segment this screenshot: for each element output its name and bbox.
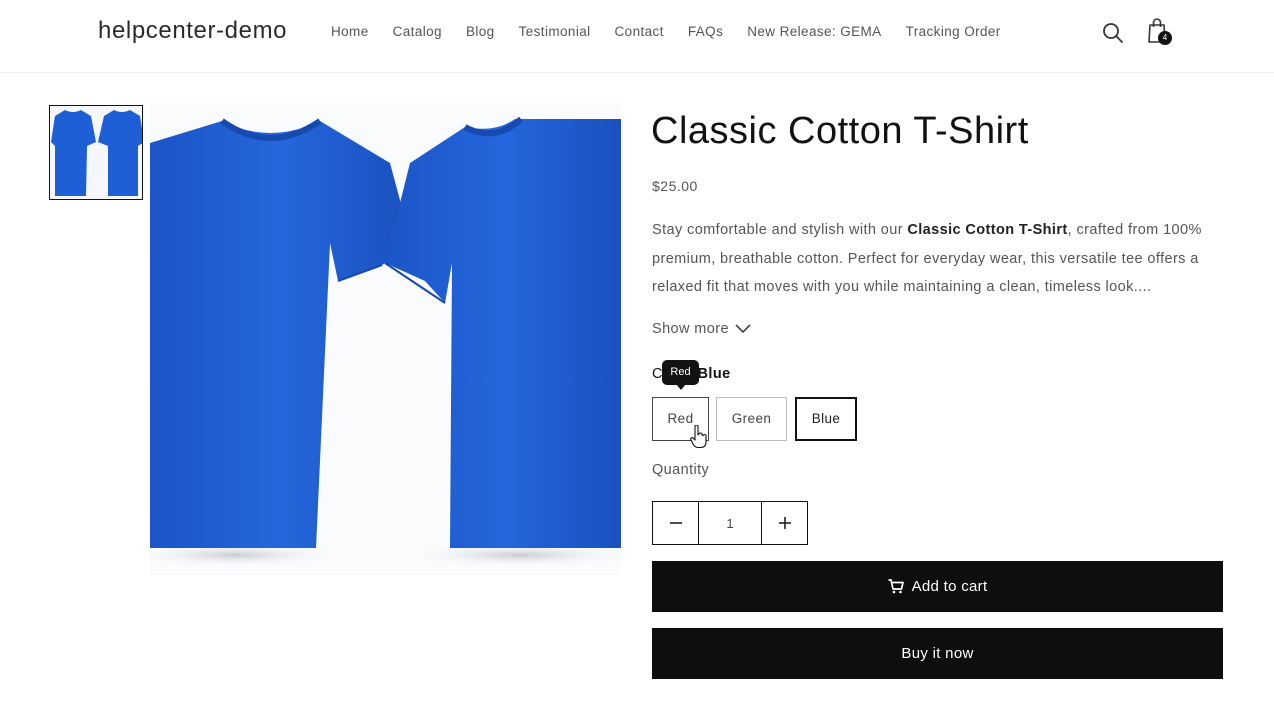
color-tooltip: Red bbox=[662, 360, 699, 390]
description-prefix: Stay comfortable and stylish with our bbox=[652, 222, 908, 238]
search-icon[interactable] bbox=[1102, 22, 1124, 44]
product-title: Classic Cotton T-Shirt bbox=[651, 110, 1029, 152]
color-selected-value: Blue bbox=[697, 366, 731, 382]
add-to-cart-label: Add to cart bbox=[911, 578, 988, 595]
cart-count-badge: 4 bbox=[1158, 31, 1172, 45]
main-nav: Home Catalog Blog Testimonial Contact FA… bbox=[331, 24, 1001, 39]
thumbnail-shirts-image bbox=[50, 106, 142, 199]
color-option-blue[interactable]: Blue bbox=[795, 397, 857, 441]
site-header: helpcenter-demo Home Catalog Blog Testim… bbox=[0, 0, 1274, 73]
description-bold: Classic Cotton T-Shirt bbox=[907, 222, 1068, 238]
quantity-decrease-button[interactable] bbox=[653, 502, 698, 544]
cart-icon bbox=[888, 579, 904, 594]
show-more-label: Show more bbox=[652, 321, 729, 337]
quantity-label: Quantity bbox=[652, 462, 710, 478]
blue-tshirts-image bbox=[150, 116, 621, 567]
color-option-green[interactable]: Green bbox=[716, 397, 787, 441]
nav-contact[interactable]: Contact bbox=[615, 24, 664, 39]
product-thumbnail[interactable] bbox=[49, 105, 143, 200]
quantity-input[interactable]: 1 bbox=[698, 502, 762, 544]
minus-icon bbox=[669, 522, 682, 524]
nav-new-release[interactable]: New Release: GEMA bbox=[747, 24, 881, 39]
add-to-cart-button[interactable]: Add to cart bbox=[652, 561, 1223, 612]
nav-catalog[interactable]: Catalog bbox=[393, 24, 442, 39]
product-main-image bbox=[150, 103, 621, 575]
site-logo[interactable]: helpcenter-demo bbox=[98, 17, 287, 45]
nav-testimonial[interactable]: Testimonial bbox=[519, 24, 591, 39]
quantity-increase-button[interactable] bbox=[762, 502, 807, 544]
quantity-stepper: 1 bbox=[652, 501, 808, 545]
nav-tracking-order[interactable]: Tracking Order bbox=[906, 24, 1001, 39]
chevron-down-icon bbox=[735, 324, 751, 334]
show-more-toggle[interactable]: Show more bbox=[652, 321, 751, 337]
nav-faqs[interactable]: FAQs bbox=[688, 24, 723, 39]
product-description: Stay comfortable and stylish with our Cl… bbox=[652, 216, 1227, 302]
color-option-red[interactable]: Red bbox=[652, 397, 709, 441]
nav-blog[interactable]: Blog bbox=[466, 24, 495, 39]
buy-now-button[interactable]: Buy it now bbox=[652, 628, 1223, 679]
plus-icon bbox=[778, 517, 791, 529]
product-price: $25.00 bbox=[652, 178, 698, 194]
nav-home[interactable]: Home bbox=[331, 24, 369, 39]
